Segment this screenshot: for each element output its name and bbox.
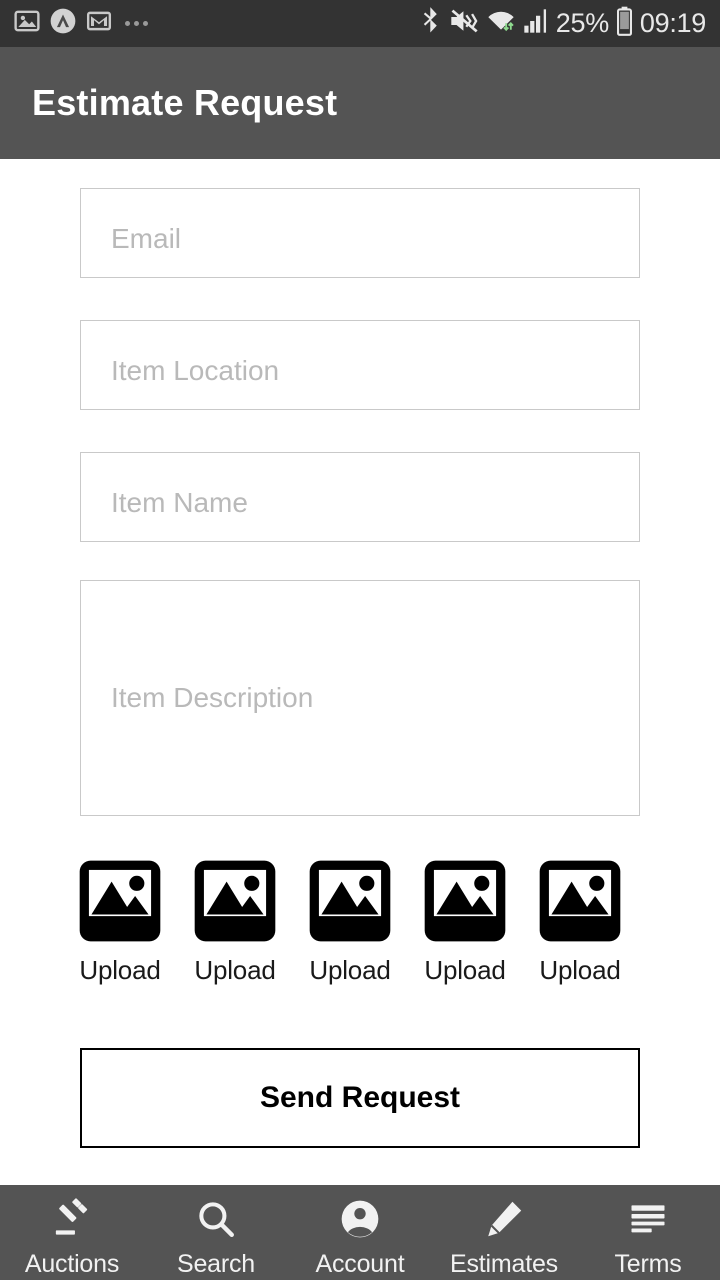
image-upload-icon bbox=[193, 859, 277, 943]
nav-item-auctions[interactable]: Auctions bbox=[0, 1185, 144, 1280]
item-name-field-placeholder: Item Name bbox=[111, 487, 248, 518]
image-upload-icon bbox=[538, 859, 622, 943]
upload-row: Upload Upload Upload Upload Upload bbox=[78, 859, 646, 983]
item-location-field-placeholder: Item Location bbox=[111, 355, 280, 386]
status-bar: 25% 09:19 bbox=[0, 0, 720, 47]
upload-slot-4[interactable]: Upload bbox=[423, 859, 507, 983]
upload-slot-5-label: Upload bbox=[539, 955, 621, 985]
item-description-field[interactable]: Item Description bbox=[80, 580, 640, 816]
nav-item-account-label: Account bbox=[315, 1250, 405, 1278]
upload-slot-1[interactable]: Upload bbox=[78, 859, 162, 983]
email-field[interactable]: Email bbox=[80, 188, 640, 278]
nav-item-terms[interactable]: Terms bbox=[576, 1185, 720, 1280]
photo-icon bbox=[14, 8, 40, 39]
nav-item-auctions-label: Auctions bbox=[24, 1250, 120, 1278]
upload-slot-3[interactable]: Upload bbox=[308, 859, 392, 983]
account-circle-icon bbox=[338, 1197, 382, 1241]
status-bar-left-icons bbox=[14, 7, 148, 40]
circle-caret-icon bbox=[49, 7, 77, 40]
item-location-field[interactable]: Item Location bbox=[80, 320, 640, 410]
form-content: Email Item Location Item Name Item Descr… bbox=[0, 159, 720, 1185]
vibrate-mute-icon bbox=[449, 7, 479, 40]
nav-item-estimates[interactable]: Estimates bbox=[432, 1185, 576, 1280]
upload-slot-1-label: Upload bbox=[79, 955, 161, 985]
bottom-nav: Auctions Search Account Estimates Terms bbox=[0, 1185, 720, 1280]
image-upload-icon bbox=[308, 859, 392, 943]
nav-item-search[interactable]: Search bbox=[144, 1185, 288, 1280]
app-root: 25% 09:19 Estimate Request Email Item Lo… bbox=[0, 0, 720, 1280]
nav-item-search-label: Search bbox=[176, 1250, 255, 1278]
list-lines-icon bbox=[626, 1197, 670, 1241]
gavel-icon bbox=[50, 1197, 94, 1241]
image-upload-icon bbox=[78, 859, 162, 943]
status-bar-right-icons: 25% 09:19 bbox=[420, 6, 706, 41]
search-icon bbox=[194, 1197, 238, 1241]
upload-slot-2-label: Upload bbox=[194, 955, 276, 985]
upload-slot-5[interactable]: Upload bbox=[538, 859, 622, 983]
clock-label: 09:19 bbox=[639, 8, 706, 38]
send-request-button[interactable]: Send Request bbox=[80, 1048, 640, 1148]
app-bar: Estimate Request bbox=[0, 47, 720, 159]
nav-item-estimates-label: Estimates bbox=[450, 1250, 558, 1278]
wifi-icon bbox=[486, 7, 516, 40]
upload-slot-4-label: Upload bbox=[424, 955, 506, 985]
upload-slot-2[interactable]: Upload bbox=[193, 859, 277, 983]
nav-item-account[interactable]: Account bbox=[288, 1185, 432, 1280]
image-upload-icon bbox=[423, 859, 507, 943]
upload-slot-3-label: Upload bbox=[309, 955, 391, 985]
cellular-signal-icon bbox=[523, 7, 549, 40]
page-title: Estimate Request bbox=[32, 82, 338, 123]
item-description-field-placeholder: Item Description bbox=[111, 682, 314, 713]
gmail-icon bbox=[86, 8, 112, 39]
email-field-placeholder: Email bbox=[111, 223, 182, 254]
item-name-field[interactable]: Item Name bbox=[80, 452, 640, 542]
bluetooth-icon bbox=[420, 6, 442, 41]
nav-item-terms-label: Terms bbox=[614, 1250, 682, 1278]
battery-percent-label: 25% bbox=[555, 8, 609, 38]
more-dots-icon bbox=[125, 21, 148, 26]
pencil-icon bbox=[482, 1197, 526, 1241]
battery-icon bbox=[616, 6, 633, 41]
